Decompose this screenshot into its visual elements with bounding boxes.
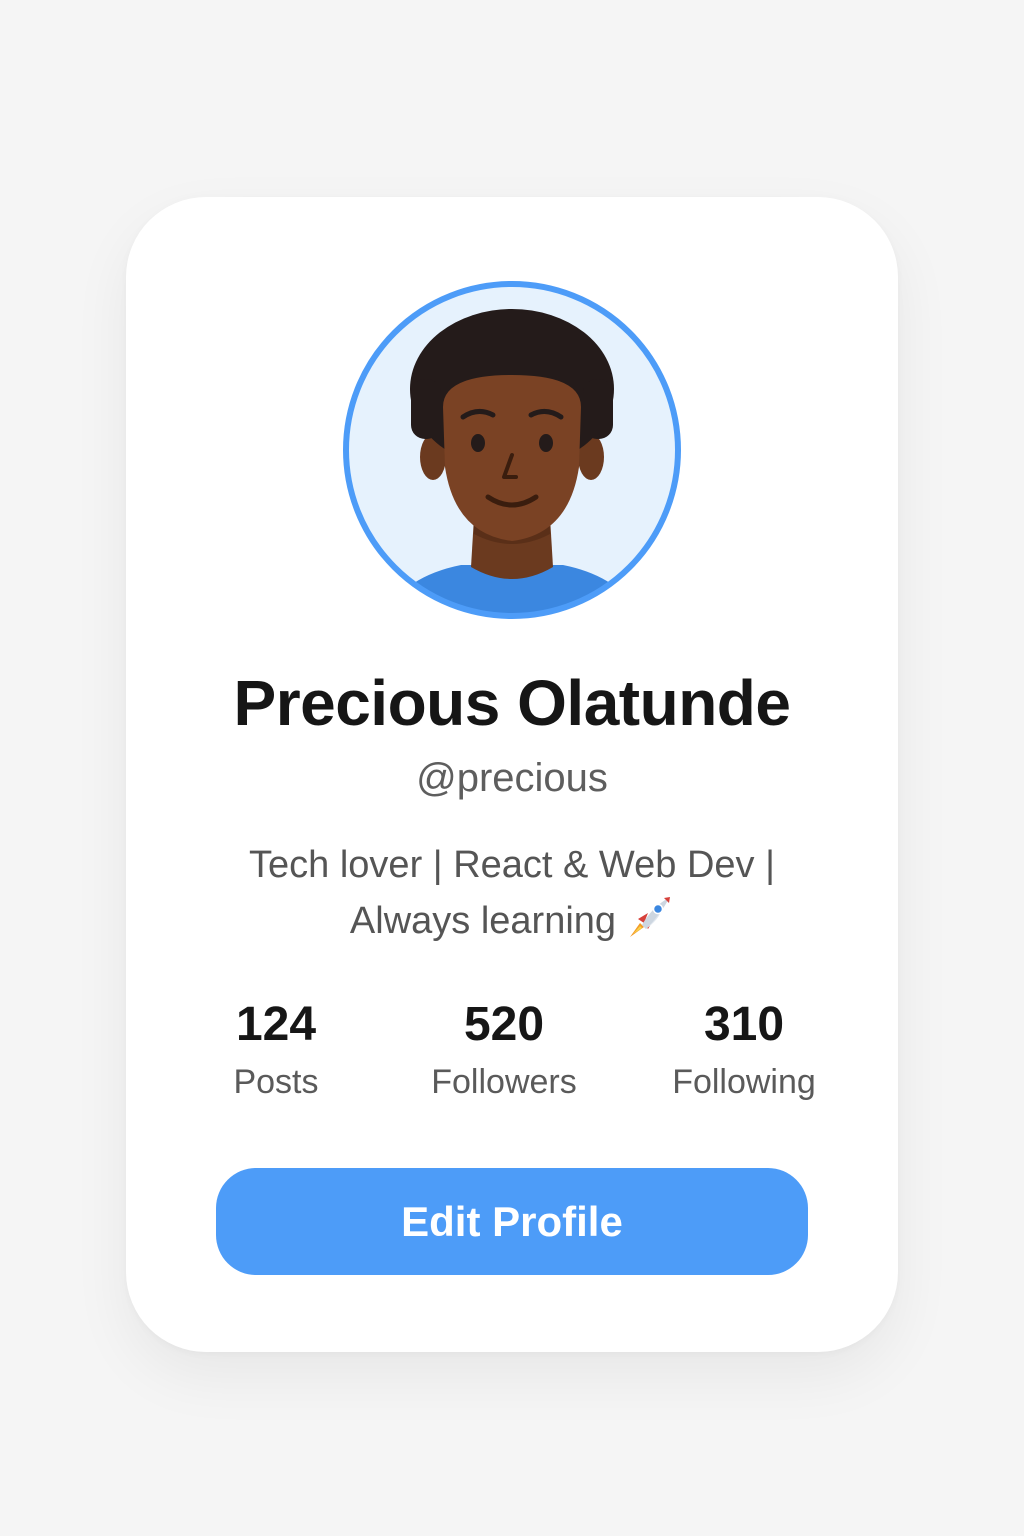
user-avatar-icon <box>343 281 681 619</box>
bio-line-2-text: Always learning <box>349 900 617 942</box>
profile-name: Precious Olatunde <box>233 667 791 739</box>
rocket-icon <box>624 893 674 943</box>
profile-card: Precious Olatunde @precious Tech lover |… <box>126 197 898 1352</box>
avatar[interactable] <box>341 279 683 621</box>
profile-handle: @precious <box>416 756 608 800</box>
bio-line-1: Tech lover | React & Web Dev | <box>249 844 775 886</box>
bio-line-2: Always learning <box>212 893 812 949</box>
stat-label: Following <box>672 1063 816 1101</box>
profile-bio: Tech lover | React & Web Dev | Always le… <box>212 837 812 949</box>
edit-profile-button[interactable]: Edit Profile <box>216 1168 808 1275</box>
stat-label: Followers <box>431 1063 577 1101</box>
stat-label: Posts <box>233 1063 319 1101</box>
stat-value: 124 <box>235 998 317 1051</box>
stat-followers[interactable]: 520 Followers <box>394 997 614 1107</box>
stat-value: 520 <box>463 998 545 1051</box>
profile-stats: 124 Posts 520 Followers 310 Following <box>126 997 898 1107</box>
stat-value: 310 <box>703 998 785 1051</box>
stat-posts[interactable]: 124 Posts <box>166 997 386 1107</box>
stat-following[interactable]: 310 Following <box>634 997 854 1107</box>
